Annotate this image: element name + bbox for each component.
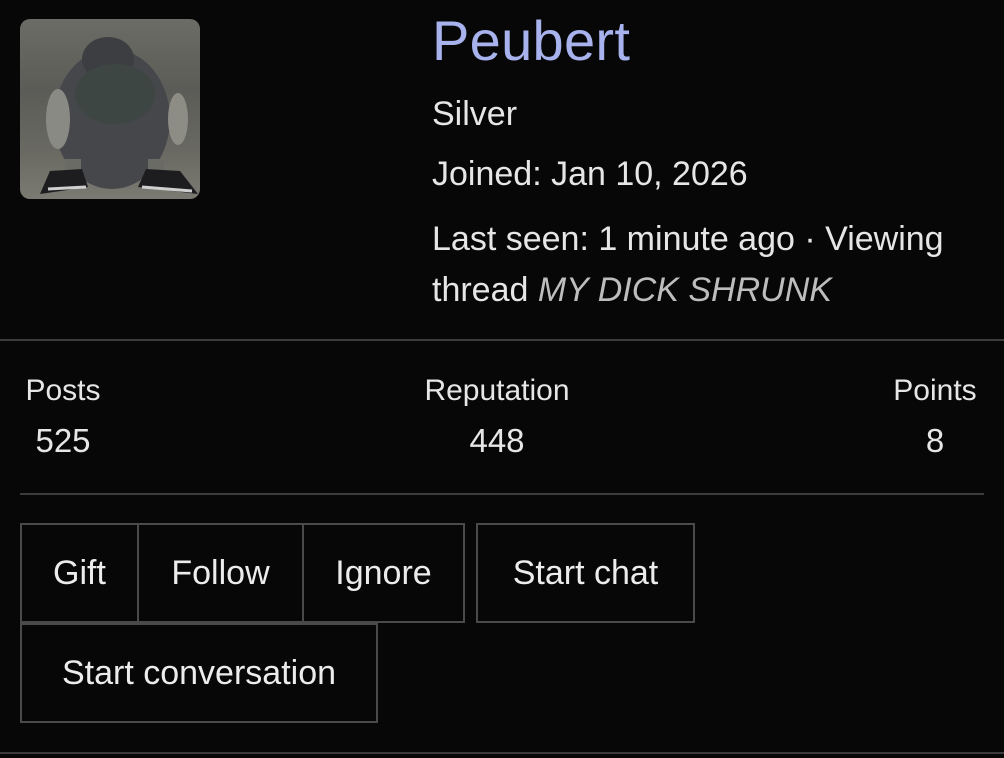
user-rank: Silver [432, 95, 518, 133]
stat-posts-label: Posts [25, 374, 101, 407]
stat-points[interactable]: Points 8 [885, 372, 985, 460]
username[interactable]: Peubert [432, 8, 630, 74]
stat-points-value: 8 [925, 422, 945, 459]
follow-button[interactable]: Follow [137, 523, 304, 623]
stat-reputation[interactable]: Reputation 448 [413, 372, 581, 460]
section-divider [0, 339, 1004, 341]
ignore-button[interactable]: Ignore [302, 523, 465, 623]
start-conversation-button[interactable]: Start conversation [20, 623, 378, 723]
stat-posts[interactable]: Posts 525 [20, 372, 106, 460]
stat-reputation-value: 448 [469, 422, 525, 459]
viewing-thread-link[interactable]: MY DICK SHRUNK [538, 271, 832, 309]
stat-reputation-label: Reputation [424, 374, 570, 407]
avatar[interactable] [20, 19, 200, 199]
joined-date: Joined: Jan 10, 2026 [432, 155, 748, 193]
pigeon-avatar-icon [40, 37, 198, 194]
bottom-divider [0, 752, 1004, 754]
last-seen-activity: Last seen: 1 minute ago · Viewing thread… [432, 214, 992, 316]
gift-button[interactable]: Gift [20, 523, 139, 623]
stat-posts-value: 525 [35, 422, 91, 459]
stat-points-label: Points [893, 374, 977, 407]
member-profile-card: Peubert Silver Joined: Jan 10, 2026 Last… [0, 0, 1004, 758]
stats-divider [20, 493, 984, 495]
start-chat-button[interactable]: Start chat [476, 523, 695, 623]
